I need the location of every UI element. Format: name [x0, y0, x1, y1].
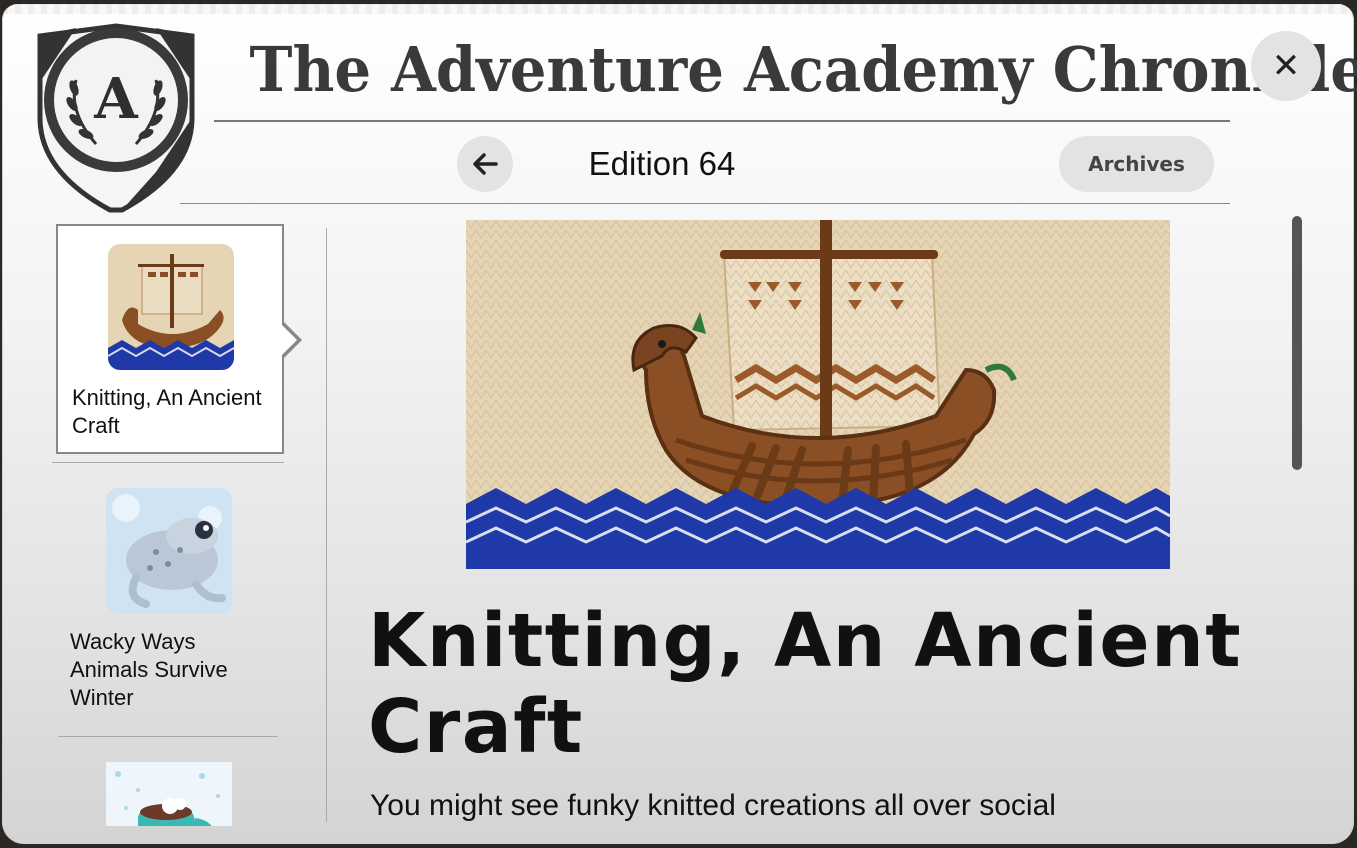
crest-letter: A	[93, 66, 139, 132]
story-item-knitting[interactable]: Knitting, An Ancient Craft	[56, 224, 302, 454]
story-divider	[58, 736, 278, 737]
close-icon: ✕	[1271, 46, 1301, 86]
knitted-viking-ship-icon	[108, 244, 234, 370]
article-headline: Knitting, An Ancient Craft	[368, 598, 1243, 770]
story-title: Knitting, An Ancient Craft	[72, 385, 262, 438]
edition-label: Edition 64	[588, 145, 736, 182]
knitted-viking-ship-icon	[466, 220, 1170, 569]
masthead-rule	[214, 120, 1230, 122]
frost-frog-icon	[106, 488, 232, 614]
back-button[interactable]	[457, 136, 513, 192]
arrow-left-icon	[473, 153, 498, 175]
article-body: You might see funky knitted creations al…	[370, 789, 1056, 822]
close-button[interactable]: ✕	[1251, 31, 1321, 101]
active-pointer	[281, 322, 302, 358]
article-scrollbar[interactable]	[1292, 216, 1302, 470]
hot-cocoa-mug-icon	[106, 762, 232, 826]
masthead-title: The Adventure Academy Chronicle	[249, 33, 1357, 106]
header-rule	[180, 203, 1230, 204]
story-title: Wacky Ways Animals Survive Winter	[70, 629, 228, 710]
story-divider	[52, 462, 284, 463]
story-item-winter-animals[interactable]: Wacky Ways Animals Survive Winter	[56, 468, 284, 718]
hero-image	[466, 220, 1170, 569]
archives-button[interactable]: Archives	[1059, 136, 1214, 192]
academy-crest-icon: A	[37, 23, 195, 213]
torn-paper-edge	[2, 4, 1354, 14]
story-item-cocoa[interactable]	[56, 742, 284, 826]
sidebar-divider	[326, 228, 327, 822]
story-list: Knitting, An Ancient Craft Wacky Ways An…	[0, 222, 326, 826]
